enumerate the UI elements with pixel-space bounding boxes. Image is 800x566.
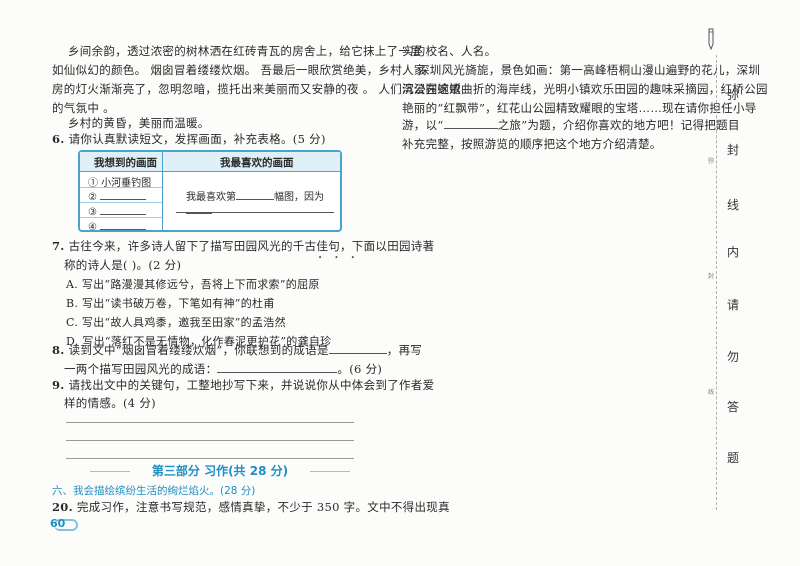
title-blank[interactable] — [443, 118, 498, 129]
picture-table: 我想到的画面 我最喜欢的画面 ① 小河垂钓图 ② ③ ④ 我最喜欢第 幅图，因为 — [78, 150, 342, 233]
question-9-line2: 样的情感。(4 分) — [64, 396, 156, 410]
binding-mark: 封 — [708, 273, 715, 280]
prompt-line: 艳丽的“红飘带”，红花山公园精致耀眼的宝塔……现在请你担任小导 — [402, 101, 757, 115]
question-20: 20. 完成习作，注意书写规范，感情真挚，不少于 350 字。文中不得出现真 — [52, 500, 450, 514]
table-row: ② — [88, 189, 147, 203]
binding-mark: 弥 — [708, 158, 715, 165]
question-text: 请你认真默读短文，发挥画面，补充表格。(5 分) — [68, 132, 326, 146]
subsection-title: 六、我会描绘缤纷生活的绚烂焰火。(28 分) — [52, 485, 256, 497]
answer-blank[interactable] — [100, 204, 147, 215]
question-9: 9. 请找出文中的关键句，工整地抄写下来，并说说你从中体会到了作者爱 — [52, 378, 435, 392]
exam-page: 乡间余韵，透过浓密的树林洒在红砖青瓦的房舍上，给它抹上了一层 如仙似幻的颜色。 … — [0, 0, 800, 566]
binding-char: 题 — [727, 451, 740, 465]
seal-line — [716, 55, 717, 510]
question-7-line2: 称的诗人是( )。(2 分) — [64, 258, 182, 272]
table-row: ③ — [88, 204, 147, 218]
question-6: 6. 请你认真默读短文，发挥画面，补充表格。(5 分) — [52, 132, 326, 147]
table-col2-header: 我最喜欢的画面 — [220, 157, 294, 169]
answer-blank[interactable] — [236, 189, 274, 200]
question-8: 8. 读到文中“烟囱冒着缕缕炊烟”，你联想到的成语是 ，再写 — [52, 343, 423, 357]
passage-line: 乡间余韵，透过浓密的树林洒在红砖青瓦的房舍上，给它抹上了一层 — [68, 44, 422, 58]
prompt-line: 深圳风光旖旎，景色如画：第一高峰梧桐山漫山遍野的花儿，深圳 — [418, 63, 761, 77]
option-a[interactable]: A. 写出“路漫漫其修远兮，吾将上下而求索”的屈原 — [66, 277, 320, 292]
binding-char: 勿 — [727, 350, 740, 364]
prompt-line: 实的校名、人名。 — [402, 44, 497, 58]
question-8-line2: 一两个描写田园风光的成语： 。(6 分) — [64, 362, 383, 376]
question-number: 6. — [52, 132, 65, 146]
answer-blank[interactable] — [217, 362, 338, 373]
answer-blank[interactable] — [328, 343, 387, 354]
table-row: ① 小河垂钓图 — [88, 178, 152, 189]
answer-line[interactable] — [66, 458, 354, 459]
option-c[interactable]: C. 写出“故人具鸡黍，邀我至田家”的孟浩然 — [66, 315, 286, 330]
prompt-line: 补充完整，按照游览的顺序把这个地方介绍清楚。 — [402, 137, 662, 151]
passage-line: 房的灯火渐渐亮了，忽明忽暗，揽托出来美丽而又安静的夜 。 人们沉浸在这浓 — [52, 82, 462, 96]
passage-line: 的气氛中 。 — [52, 101, 115, 115]
answer-blank[interactable] — [100, 189, 147, 200]
answer-line[interactable] — [66, 440, 354, 441]
binding-char: 弥 — [727, 88, 740, 102]
answer-line[interactable] — [66, 422, 354, 423]
binding-char: 答 — [727, 400, 740, 414]
section-title: 第三部分 习作(共 28 分) — [90, 462, 350, 480]
table-row: ④ — [88, 219, 147, 233]
binding-mark: 线 — [708, 389, 715, 396]
binding-char: 请 — [727, 298, 740, 312]
prompt-line: 湾公园蜿蜒曲折的海岸线，光明小镇欢乐田园的趣味采摘园，红桥公园 — [402, 82, 768, 96]
prompt-line: 游，以“ 之旅”为题，介绍你喜欢的地方吧！记得把题目 — [402, 118, 740, 132]
page-number: 60 — [50, 517, 66, 530]
binding-char: 线 — [727, 198, 740, 212]
binding-char: 封 — [727, 143, 740, 157]
question-7: 7. 古往今来，许多诗人留下了描写田园风光的千古佳句，下面以田园诗著 — [52, 239, 435, 253]
passage-line: 乡村的黄昏，美丽而温暖。 — [68, 116, 210, 130]
answer-line[interactable] — [176, 212, 334, 213]
table-col1-header: 我想到的画面 — [94, 157, 157, 169]
pen-icon — [708, 28, 714, 50]
binding-char: 内 — [727, 245, 740, 259]
passage-line: 如仙似幻的颜色。 烟囱冒着缕缕炊烟。 吾最后一眼欣赏绝美，乡村人家 — [52, 63, 426, 77]
option-b[interactable]: B. 写出“读书破万卷，下笔如有神”的杜甫 — [66, 296, 275, 311]
answer-blank[interactable] — [100, 219, 147, 230]
